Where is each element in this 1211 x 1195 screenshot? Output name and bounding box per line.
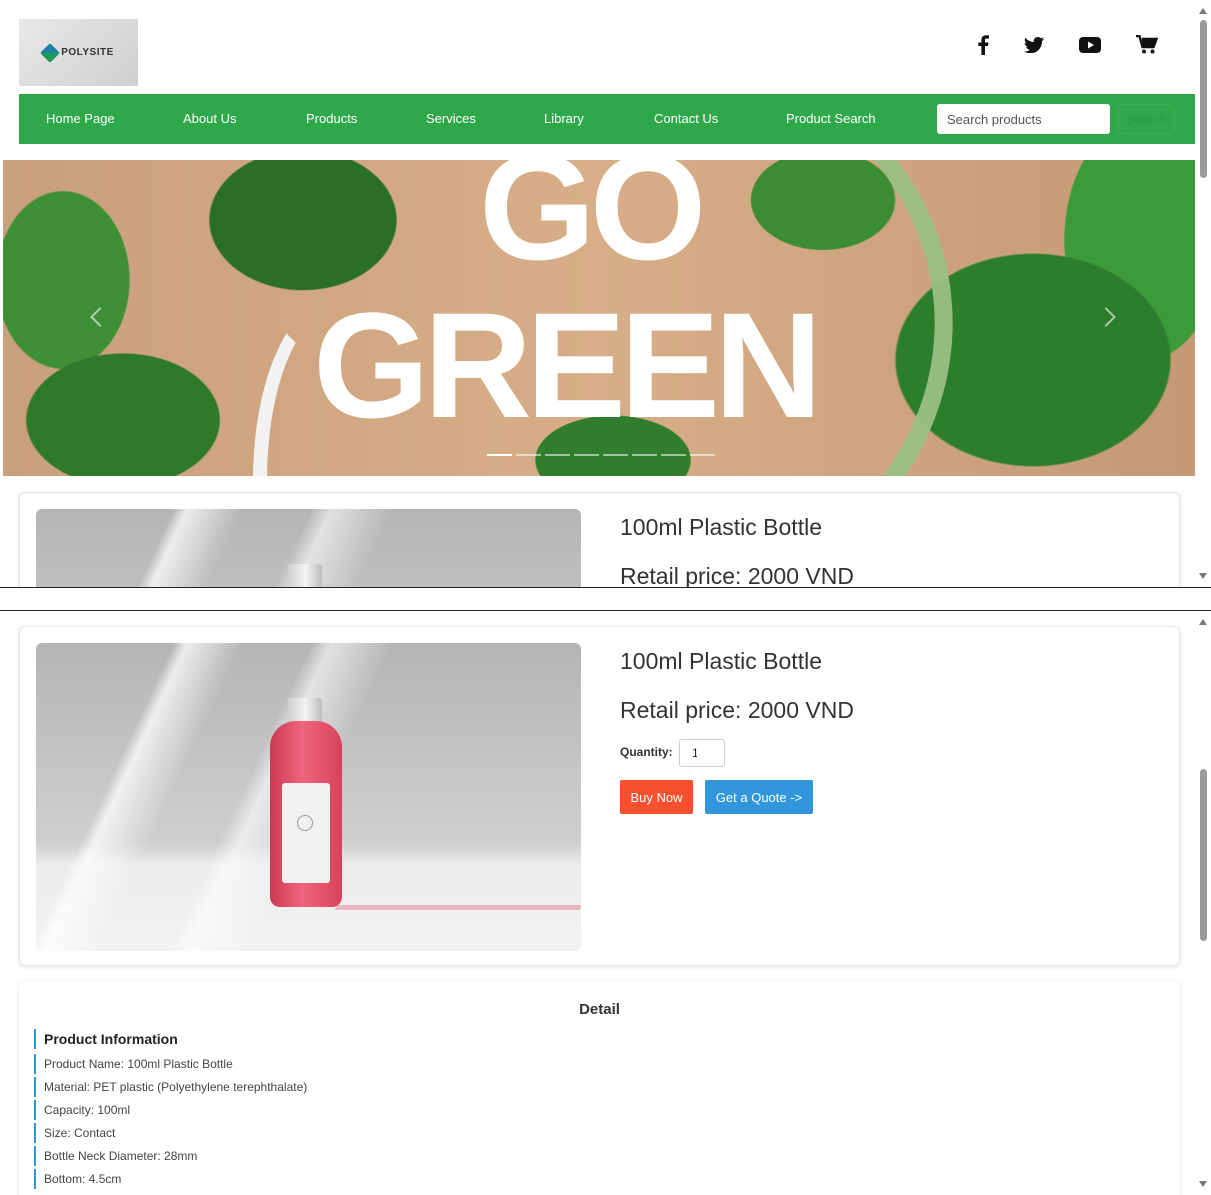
carousel-dot[interactable] bbox=[690, 454, 715, 456]
logo-cube-icon bbox=[40, 42, 61, 63]
nav-services[interactable]: Services bbox=[426, 111, 476, 126]
spec-item: Bottom: 4.5cm bbox=[34, 1169, 121, 1189]
carousel-indicators bbox=[487, 454, 715, 456]
bottle-cap bbox=[288, 564, 322, 587]
banner-headline-line2: GREEN bbox=[313, 281, 822, 449]
spec-heading: Product Information bbox=[34, 1029, 178, 1049]
spec-item: Material: PET plastic (Polyethylene tere… bbox=[34, 1077, 307, 1097]
page-product-view: 100ml Plastic Bottle Retail price: 2000 … bbox=[0, 610, 1211, 1195]
quantity-label: Quantity: bbox=[620, 745, 673, 759]
spec-item: Size: Contact bbox=[34, 1123, 115, 1143]
search-button[interactable]: Search bbox=[1118, 104, 1175, 134]
scrollbar-thumb[interactable] bbox=[1200, 20, 1207, 178]
scrollbar[interactable] bbox=[1195, 611, 1211, 1195]
get-quote-button[interactable]: Get a Quote -> bbox=[705, 780, 813, 814]
hero-banner: GO GREEN bbox=[3, 160, 1196, 476]
twitter-icon[interactable] bbox=[1022, 33, 1046, 57]
product-title: 100ml Plastic Bottle bbox=[620, 648, 822, 674]
product-title: 100ml Plastic Bottle bbox=[620, 514, 822, 540]
product-price: Retail price: 2000 VND bbox=[620, 697, 854, 723]
main-navbar: Home Page About Us Products Services Lib… bbox=[19, 94, 1196, 144]
youtube-icon[interactable] bbox=[1078, 33, 1102, 57]
bottle-logo-icon bbox=[297, 815, 313, 831]
buy-now-button[interactable]: Buy Now bbox=[620, 780, 693, 814]
carousel-dot[interactable] bbox=[661, 454, 686, 456]
carousel-dot[interactable] bbox=[603, 454, 628, 456]
site-logo[interactable]: POLYSITE bbox=[19, 19, 138, 86]
nav-about[interactable]: About Us bbox=[183, 111, 236, 126]
product-card-top: 100ml Plastic Bottle Retail price: 2000 … bbox=[19, 492, 1180, 588]
page-top-view: POLYSITE Home Page About Us Products Ser… bbox=[0, 0, 1211, 588]
bottle-shadow bbox=[334, 905, 581, 910]
spec-item: Product Name: 100ml Plastic Bottle bbox=[34, 1054, 233, 1074]
nav-library[interactable]: Library bbox=[544, 111, 584, 126]
carousel-dot[interactable] bbox=[632, 454, 657, 456]
carousel-dot[interactable] bbox=[574, 454, 599, 456]
carousel-prev-icon[interactable] bbox=[90, 307, 110, 327]
quantity-input[interactable] bbox=[679, 739, 725, 767]
detail-title: Detail bbox=[579, 1001, 620, 1018]
nav-home[interactable]: Home Page bbox=[46, 111, 115, 126]
carousel-dot[interactable] bbox=[487, 454, 512, 456]
spec-item: Bottle Neck Diameter: 28mm bbox=[34, 1146, 197, 1166]
cart-icon[interactable] bbox=[1135, 33, 1159, 57]
banner-headline-line1: GO bbox=[479, 160, 706, 291]
scroll-up-icon[interactable] bbox=[1199, 8, 1207, 14]
carousel-next-icon[interactable] bbox=[1096, 307, 1116, 327]
scroll-down-icon[interactable] bbox=[1199, 1181, 1207, 1187]
product-card: 100ml Plastic Bottle Retail price: 2000 … bbox=[19, 626, 1180, 966]
bottle-label bbox=[282, 783, 330, 883]
product-image bbox=[36, 509, 581, 587]
detail-section: Detail Product Information Product Name:… bbox=[19, 981, 1180, 1195]
carousel-dot[interactable] bbox=[516, 454, 541, 456]
scroll-up-icon[interactable] bbox=[1199, 619, 1207, 625]
nav-products[interactable]: Products bbox=[306, 111, 357, 126]
nav-product-search[interactable]: Product Search bbox=[786, 111, 876, 126]
screenshot-separator bbox=[0, 589, 1211, 610]
search-input[interactable] bbox=[937, 104, 1110, 134]
spec-item: Capacity: 100ml bbox=[34, 1100, 130, 1120]
logo-text: POLYSITE bbox=[61, 47, 114, 58]
product-image bbox=[36, 643, 581, 951]
scroll-down-icon[interactable] bbox=[1199, 573, 1207, 579]
scrollbar-thumb[interactable] bbox=[1200, 769, 1207, 941]
carousel-dot[interactable] bbox=[545, 454, 570, 456]
nav-contact[interactable]: Contact Us bbox=[654, 111, 718, 126]
facebook-icon[interactable] bbox=[971, 33, 995, 57]
scrollbar[interactable] bbox=[1195, 0, 1211, 587]
product-price: Retail price: 2000 VND bbox=[620, 563, 854, 588]
